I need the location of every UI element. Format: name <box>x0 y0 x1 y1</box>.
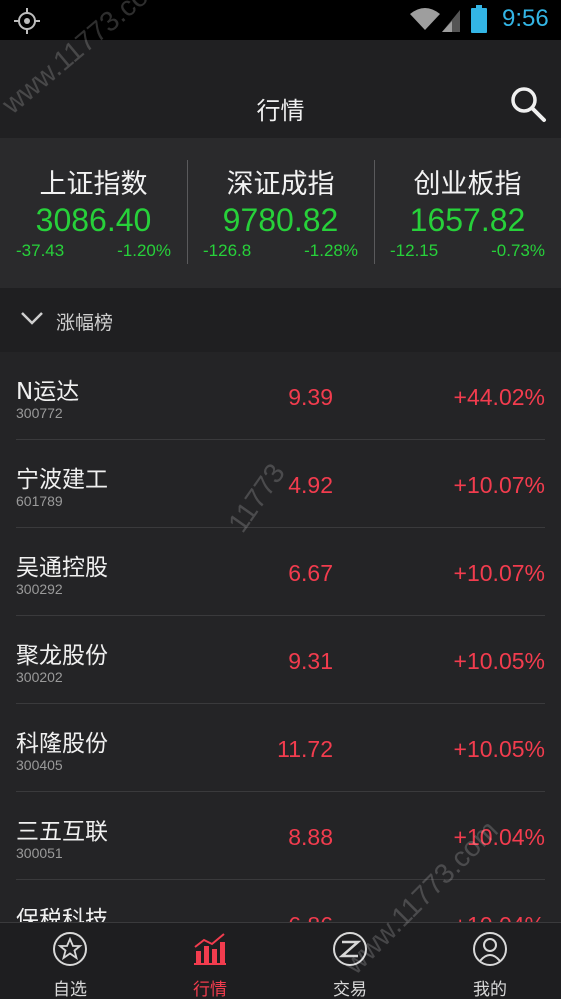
stock-percent: +10.04% <box>454 912 545 922</box>
tab-trade[interactable]: 交易 <box>280 923 420 999</box>
stock-code: 300405 <box>16 757 63 773</box>
stock-price: 6.86 <box>288 912 333 922</box>
user-icon <box>473 932 507 966</box>
index-card-chinext[interactable]: 创业板指 1657.82 -12.15 -0.73% <box>374 138 561 288</box>
stock-code: 300772 <box>16 405 63 421</box>
stock-name: 宁波建工 <box>16 467 108 493</box>
stock-list[interactable]: N运达 300772 9.39 +44.02% 宁波建工 601789 4.92… <box>0 352 561 922</box>
market-indices: 上证指数 3086.40 -37.43 -1.20% 深证成指 9780.82 … <box>0 138 561 288</box>
index-change: -37.43 <box>16 241 65 260</box>
tab-label: 行情 <box>193 980 227 999</box>
stock-row[interactable]: 吴通控股 300292 6.67 +10.07% <box>0 528 561 616</box>
stock-name: 聚龙股份 <box>16 643 108 669</box>
stock-row[interactable]: 科隆股份 300405 11.72 +10.05% <box>0 704 561 792</box>
tab-profile[interactable]: 我的 <box>420 923 560 999</box>
index-percent: -1.28% <box>304 241 358 260</box>
stock-percent: +44.02% <box>453 384 545 410</box>
star-circle-icon <box>53 932 87 966</box>
stock-code: 300202 <box>16 669 63 685</box>
stock-row[interactable]: 保税科技 6.86 +10.04% <box>0 880 561 922</box>
tab-watchlist[interactable]: 自选 <box>0 923 140 999</box>
wifi-icon <box>410 8 440 30</box>
stock-percent: +10.04% <box>453 824 545 850</box>
index-value: 3086.40 <box>35 202 152 238</box>
stock-price: 8.88 <box>288 824 333 850</box>
stock-row[interactable]: 三五互联 300051 8.88 +10.04% <box>0 792 561 880</box>
stock-price: 9.31 <box>288 648 333 674</box>
stock-name: N运达 <box>16 379 80 405</box>
index-value: 1657.82 <box>409 202 526 238</box>
index-change: -126.8 <box>203 241 252 260</box>
stock-price: 6.67 <box>288 560 333 586</box>
app-header: 行情 <box>0 40 561 138</box>
tab-label: 我的 <box>473 980 507 999</box>
battery-icon <box>471 5 487 33</box>
search-icon[interactable] <box>509 85 547 123</box>
stock-name: 科隆股份 <box>16 731 108 757</box>
bar-chart-icon <box>194 933 226 965</box>
gps-icon <box>14 8 40 34</box>
section-label: 涨幅榜 <box>56 312 114 334</box>
stock-code: 300292 <box>16 581 63 597</box>
page-title: 行情 <box>256 97 305 125</box>
status-bar: 9:56 <box>0 0 561 40</box>
gainers-section-toggle[interactable]: 涨幅榜 <box>0 288 561 352</box>
signal-icon <box>442 10 460 32</box>
stock-code: 601789 <box>16 493 63 509</box>
stock-code: 300051 <box>16 845 63 861</box>
index-card-shenzhen[interactable]: 深证成指 9780.82 -126.8 -1.28% <box>187 138 374 288</box>
stock-percent: +10.05% <box>453 648 545 674</box>
index-name: 深证成指 <box>226 169 335 200</box>
stock-price: 9.39 <box>288 384 333 410</box>
index-percent: -0.73% <box>491 241 545 260</box>
stock-percent: +10.07% <box>453 560 545 586</box>
index-name: 上证指数 <box>39 169 148 200</box>
bottom-tab-bar: 自选 行情 交易 我的 <box>0 922 561 999</box>
stock-percent: +10.07% <box>453 472 545 498</box>
index-change: -12.15 <box>390 241 439 260</box>
tab-market[interactable]: 行情 <box>140 923 280 999</box>
clock-time: 9:56 <box>502 5 549 32</box>
tab-label: 自选 <box>53 980 87 999</box>
trade-z-icon <box>333 932 367 966</box>
chevron-down-icon <box>21 312 43 325</box>
index-value: 9780.82 <box>222 202 339 238</box>
stock-name: 三五互联 <box>16 819 108 845</box>
screen: 9:56 行情 上证指数 3086.40 -37.43 -1.20% 深证成指 … <box>0 0 561 999</box>
stock-price: 11.72 <box>277 736 333 762</box>
stock-row[interactable]: N运达 300772 9.39 +44.02% <box>0 352 561 440</box>
stock-name: 吴通控股 <box>16 555 108 581</box>
index-name: 创业板指 <box>413 169 522 200</box>
tab-label: 交易 <box>333 980 367 999</box>
stock-row[interactable]: 宁波建工 601789 4.92 +10.07% <box>0 440 561 528</box>
index-card-shanghai[interactable]: 上证指数 3086.40 -37.43 -1.20% <box>0 138 187 288</box>
index-percent: -1.20% <box>117 241 171 260</box>
stock-percent: +10.05% <box>453 736 545 762</box>
stock-row[interactable]: 聚龙股份 300202 9.31 +10.05% <box>0 616 561 704</box>
stock-name: 保税科技 <box>16 907 108 922</box>
stock-price: 4.92 <box>288 472 333 498</box>
